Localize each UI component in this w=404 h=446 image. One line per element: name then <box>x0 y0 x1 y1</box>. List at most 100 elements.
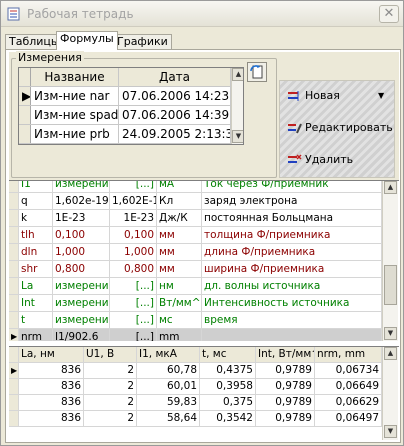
formula-desc[interactable]: заряд электрона <box>202 193 382 209</box>
refresh-formulas-button[interactable] <box>247 62 267 82</box>
title-bar[interactable]: Рабочая тетрадь ✕ <box>1 1 403 27</box>
formula-expr[interactable]: 1,602e-19 <box>53 193 110 209</box>
measurement-date[interactable]: 24.09.2005 2:13:34 <box>119 125 231 143</box>
measurements-grid[interactable]: Название Дата ▶ Изм-ние nar 07.06.2006 1… <box>18 67 244 145</box>
formula-desc[interactable] <box>202 329 382 341</box>
data-cell[interactable]: 0,3542 <box>200 411 256 426</box>
data-row[interactable]: 836 2 60,01 0,3958 0,9789 0,06649 <box>9 379 382 395</box>
data-cell[interactable]: 59,83 <box>137 395 200 410</box>
measurement-row[interactable]: Изм-ние prb 24.09.2005 2:13:34 <box>19 125 243 144</box>
measurements-scrollbar[interactable]: ▲ ▼ <box>231 68 243 144</box>
formula-value[interactable]: [...] <box>110 181 157 192</box>
formula-expr[interactable]: измерение <box>53 312 110 328</box>
measurement-name[interactable]: Изм-ние spad <box>31 106 119 124</box>
formula-name[interactable]: t <box>19 312 53 328</box>
data-cell[interactable]: 60,78 <box>137 363 200 378</box>
formula-unit[interactable]: мм <box>157 261 202 277</box>
scroll-down-arrow-icon[interactable]: ▼ <box>384 327 397 340</box>
formula-value[interactable]: 1,602E-19 <box>110 193 157 209</box>
tab-charts[interactable]: Графики <box>113 34 172 49</box>
formula-row[interactable]: tlh 0,100 0,100 мм толщина Ф/приемника <box>9 227 382 244</box>
formula-desc[interactable]: дл. волны источника <box>202 278 382 294</box>
formula-desc[interactable]: длина Ф/приемника <box>202 244 382 260</box>
data-scrollbar[interactable]: ▲ ▼ <box>382 347 398 440</box>
formula-name[interactable]: La <box>19 278 53 294</box>
data-cell[interactable]: 836 <box>19 363 84 378</box>
measurement-data-grid[interactable]: La, нмU1, ВI1, мкАt, мсInt, Вт/мм^2nrm, … <box>9 346 399 440</box>
data-cell[interactable]: 836 <box>19 395 84 410</box>
data-column-header[interactable]: U1, В <box>84 347 137 362</box>
formula-row[interactable]: t измерение [...] мс время <box>9 312 382 329</box>
data-cell[interactable]: 2 <box>84 379 137 394</box>
formula-expr[interactable]: измерение <box>53 295 110 311</box>
formulas-scrollbar[interactable]: ▲ ▼ <box>382 181 398 341</box>
formula-expr[interactable]: 0,800 <box>53 261 110 277</box>
formula-value[interactable]: 0,800 <box>110 261 157 277</box>
formula-row[interactable]: ▶ nrm I1/902.6 [...] mm <box>9 329 382 341</box>
formula-desc[interactable]: Ток через Ф/приемник <box>202 181 382 192</box>
formula-row[interactable]: I1 измерение [...] мА Ток через Ф/приемник <box>9 181 382 193</box>
formula-expr[interactable]: 0,100 <box>53 227 110 243</box>
edit-formula-button[interactable]: Редактировать <box>286 119 393 137</box>
data-cell[interactable]: 60,01 <box>137 379 200 394</box>
data-cell[interactable]: 0,06497 <box>315 411 382 426</box>
delete-formula-button[interactable]: Удалить <box>286 151 353 169</box>
data-cell[interactable]: 0,9789 <box>256 395 315 410</box>
formula-name[interactable]: k <box>19 210 53 226</box>
dropdown-arrow-icon[interactable]: ▼ <box>378 87 384 105</box>
formula-value[interactable]: [...] <box>110 312 157 328</box>
data-row[interactable]: ▶ 836 2 60,78 0,4375 0,9789 0,06734 <box>9 363 382 379</box>
formula-value[interactable]: [...] <box>110 295 157 311</box>
data-row[interactable]: 836 2 58,64 0,3542 0,9789 0,06497 <box>9 411 382 427</box>
data-cell[interactable]: 0,3958 <box>200 379 256 394</box>
formula-row[interactable]: shr 0,800 0,800 мм ширина Ф/приемника <box>9 261 382 278</box>
formula-name[interactable]: nrm <box>19 329 53 341</box>
data-cell[interactable]: 2 <box>84 411 137 426</box>
formula-row[interactable]: q1,602e-191,602E-19Клзаряд электрона <box>9 193 382 210</box>
scroll-down-arrow-icon[interactable]: ▼ <box>232 130 243 143</box>
formula-desc[interactable]: толщина Ф/приемника <box>202 227 382 243</box>
formula-value[interactable]: [...] <box>110 329 157 341</box>
formula-name[interactable]: q <box>19 193 53 209</box>
close-button[interactable]: ✕ <box>379 5 399 23</box>
formula-desc[interactable]: Интенсивность источника <box>202 295 382 311</box>
data-cell[interactable]: 2 <box>84 395 137 410</box>
measurement-date[interactable]: 07.06.2006 14:23:43 <box>119 87 231 105</box>
data-cell[interactable]: 0,375 <box>200 395 256 410</box>
formula-expr[interactable]: измерение <box>53 181 110 192</box>
measurement-row[interactable]: Изм-ние spad 07.06.2006 14:39:17 <box>19 106 243 125</box>
scroll-up-arrow-icon[interactable]: ▲ <box>384 347 397 360</box>
scroll-up-arrow-icon[interactable]: ▲ <box>232 68 243 81</box>
tab-tables[interactable]: Таблицы <box>5 34 64 49</box>
formula-unit[interactable]: Кл <box>157 193 202 209</box>
scroll-thumb[interactable] <box>384 265 397 305</box>
data-cell[interactable]: 0,9789 <box>256 363 315 378</box>
column-header-date[interactable]: Дата <box>119 68 231 86</box>
formula-value[interactable]: 1E-23 <box>110 210 157 226</box>
data-cell[interactable]: 836 <box>19 411 84 426</box>
data-column-header[interactable]: I1, мкА <box>137 347 200 362</box>
formula-row[interactable]: dln 1,000 1,000 мм длина Ф/приемника <box>9 244 382 261</box>
formula-value[interactable]: 1,000 <box>110 244 157 260</box>
data-cell[interactable]: 58,64 <box>137 411 200 426</box>
formula-row[interactable]: k 1E-23 1E-23 Дж/К постоянная Больцмана <box>9 210 382 227</box>
data-cell[interactable]: 0,9789 <box>256 411 315 426</box>
data-column-header[interactable]: Int, Вт/мм^2 <box>256 347 315 362</box>
data-cell[interactable]: 836 <box>19 379 84 394</box>
formula-unit[interactable]: Дж/К <box>157 210 202 226</box>
data-cell[interactable]: 0,4375 <box>200 363 256 378</box>
data-cell[interactable]: 0,06734 <box>315 363 382 378</box>
scroll-down-arrow-icon[interactable]: ▼ <box>384 425 397 438</box>
tab-formulas[interactable]: Формулы <box>56 31 118 50</box>
measurement-date[interactable]: 07.06.2006 14:39:17 <box>119 106 231 124</box>
measurement-name[interactable]: Изм-ние nar <box>31 87 119 105</box>
measurement-name[interactable]: Изм-ние prb <box>31 125 119 143</box>
data-cell[interactable]: 0,9789 <box>256 379 315 394</box>
formula-expr[interactable]: I1/902.6 <box>53 329 110 341</box>
formula-unit[interactable]: Вт/мм^2 <box>157 295 202 311</box>
data-column-header[interactable]: nrm, mm <box>315 347 382 362</box>
formula-row[interactable]: Intизмерение[...]Вт/мм^2Интенсивность ис… <box>9 295 382 312</box>
formula-unit[interactable]: нм <box>157 278 202 294</box>
formula-desc[interactable]: постоянная Больцмана <box>202 210 382 226</box>
column-header-name[interactable]: Название <box>31 68 119 86</box>
